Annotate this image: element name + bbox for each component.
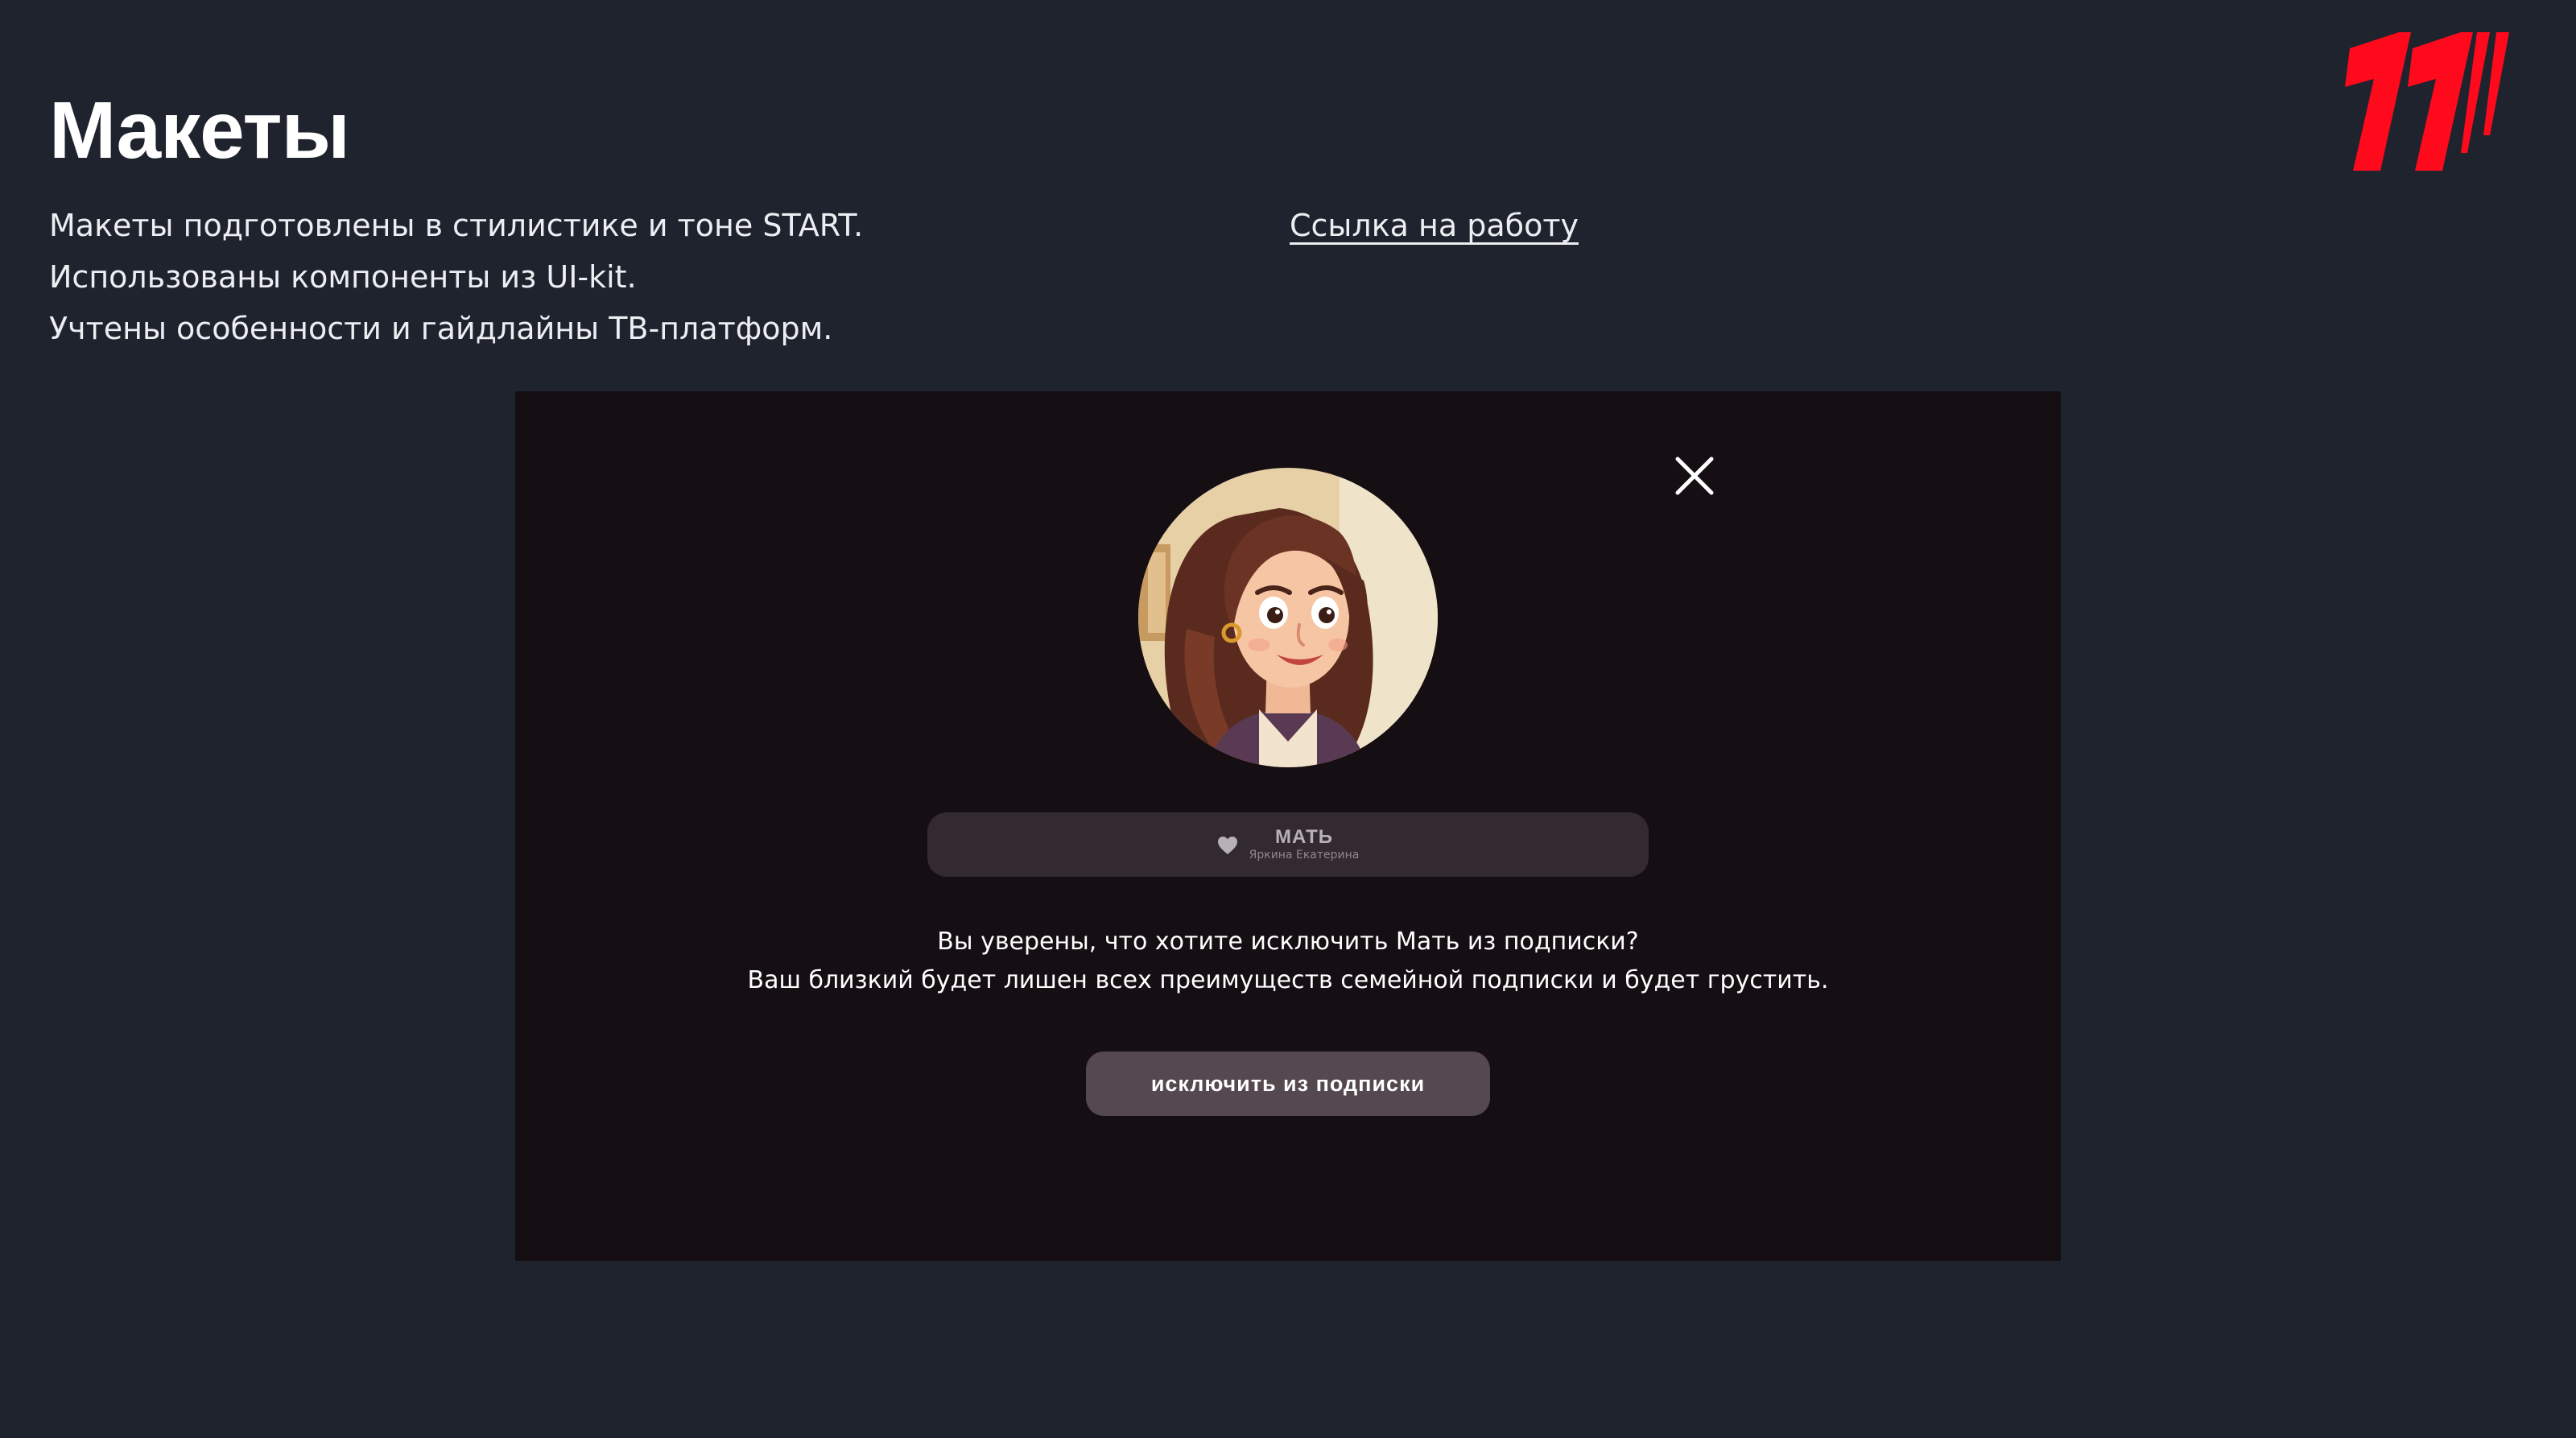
brand-logo	[2345, 32, 2509, 171]
tv-screen-mockup: МАТЬ Яркина Екатерина Вы уверены, что хо…	[515, 391, 2061, 1261]
description-line: Использованы компоненты из UI-kit.	[49, 259, 637, 295]
slide-description: Макеты подготовлены в стилистике и тоне …	[49, 200, 863, 354]
exclude-from-subscription-button[interactable]: исключить из подписки	[1086, 1052, 1490, 1116]
heart-icon	[1217, 837, 1237, 854]
close-icon	[1675, 457, 1714, 495]
confirmation-message: Вы уверены, что хотите исключить Мать из…	[515, 923, 2061, 1000]
member-avatar	[1138, 468, 1438, 767]
message-line: Ваш близкий будет лишен всех преимуществ…	[747, 966, 1829, 994]
page-title: Макеты	[49, 85, 350, 176]
member-card: МАТЬ Яркина Екатерина	[927, 812, 1649, 877]
work-link[interactable]: Ссылка на работу	[1290, 200, 1579, 251]
member-role: МАТЬ	[1274, 826, 1334, 848]
logo-stroke-1	[2345, 32, 2411, 171]
close-button[interactable]	[1658, 440, 1731, 512]
description-line: Макеты подготовлены в стилистике и тоне …	[49, 208, 864, 243]
logo-slash-2	[2483, 32, 2509, 135]
message-line: Вы уверены, что хотите исключить Мать из…	[937, 928, 1639, 956]
description-line: Учтены особенности и гайдлайны ТВ-платфо…	[49, 311, 833, 346]
exclude-button-label: исключить из подписки	[1150, 1071, 1426, 1096]
member-name: Яркина Екатерина	[1249, 849, 1360, 862]
